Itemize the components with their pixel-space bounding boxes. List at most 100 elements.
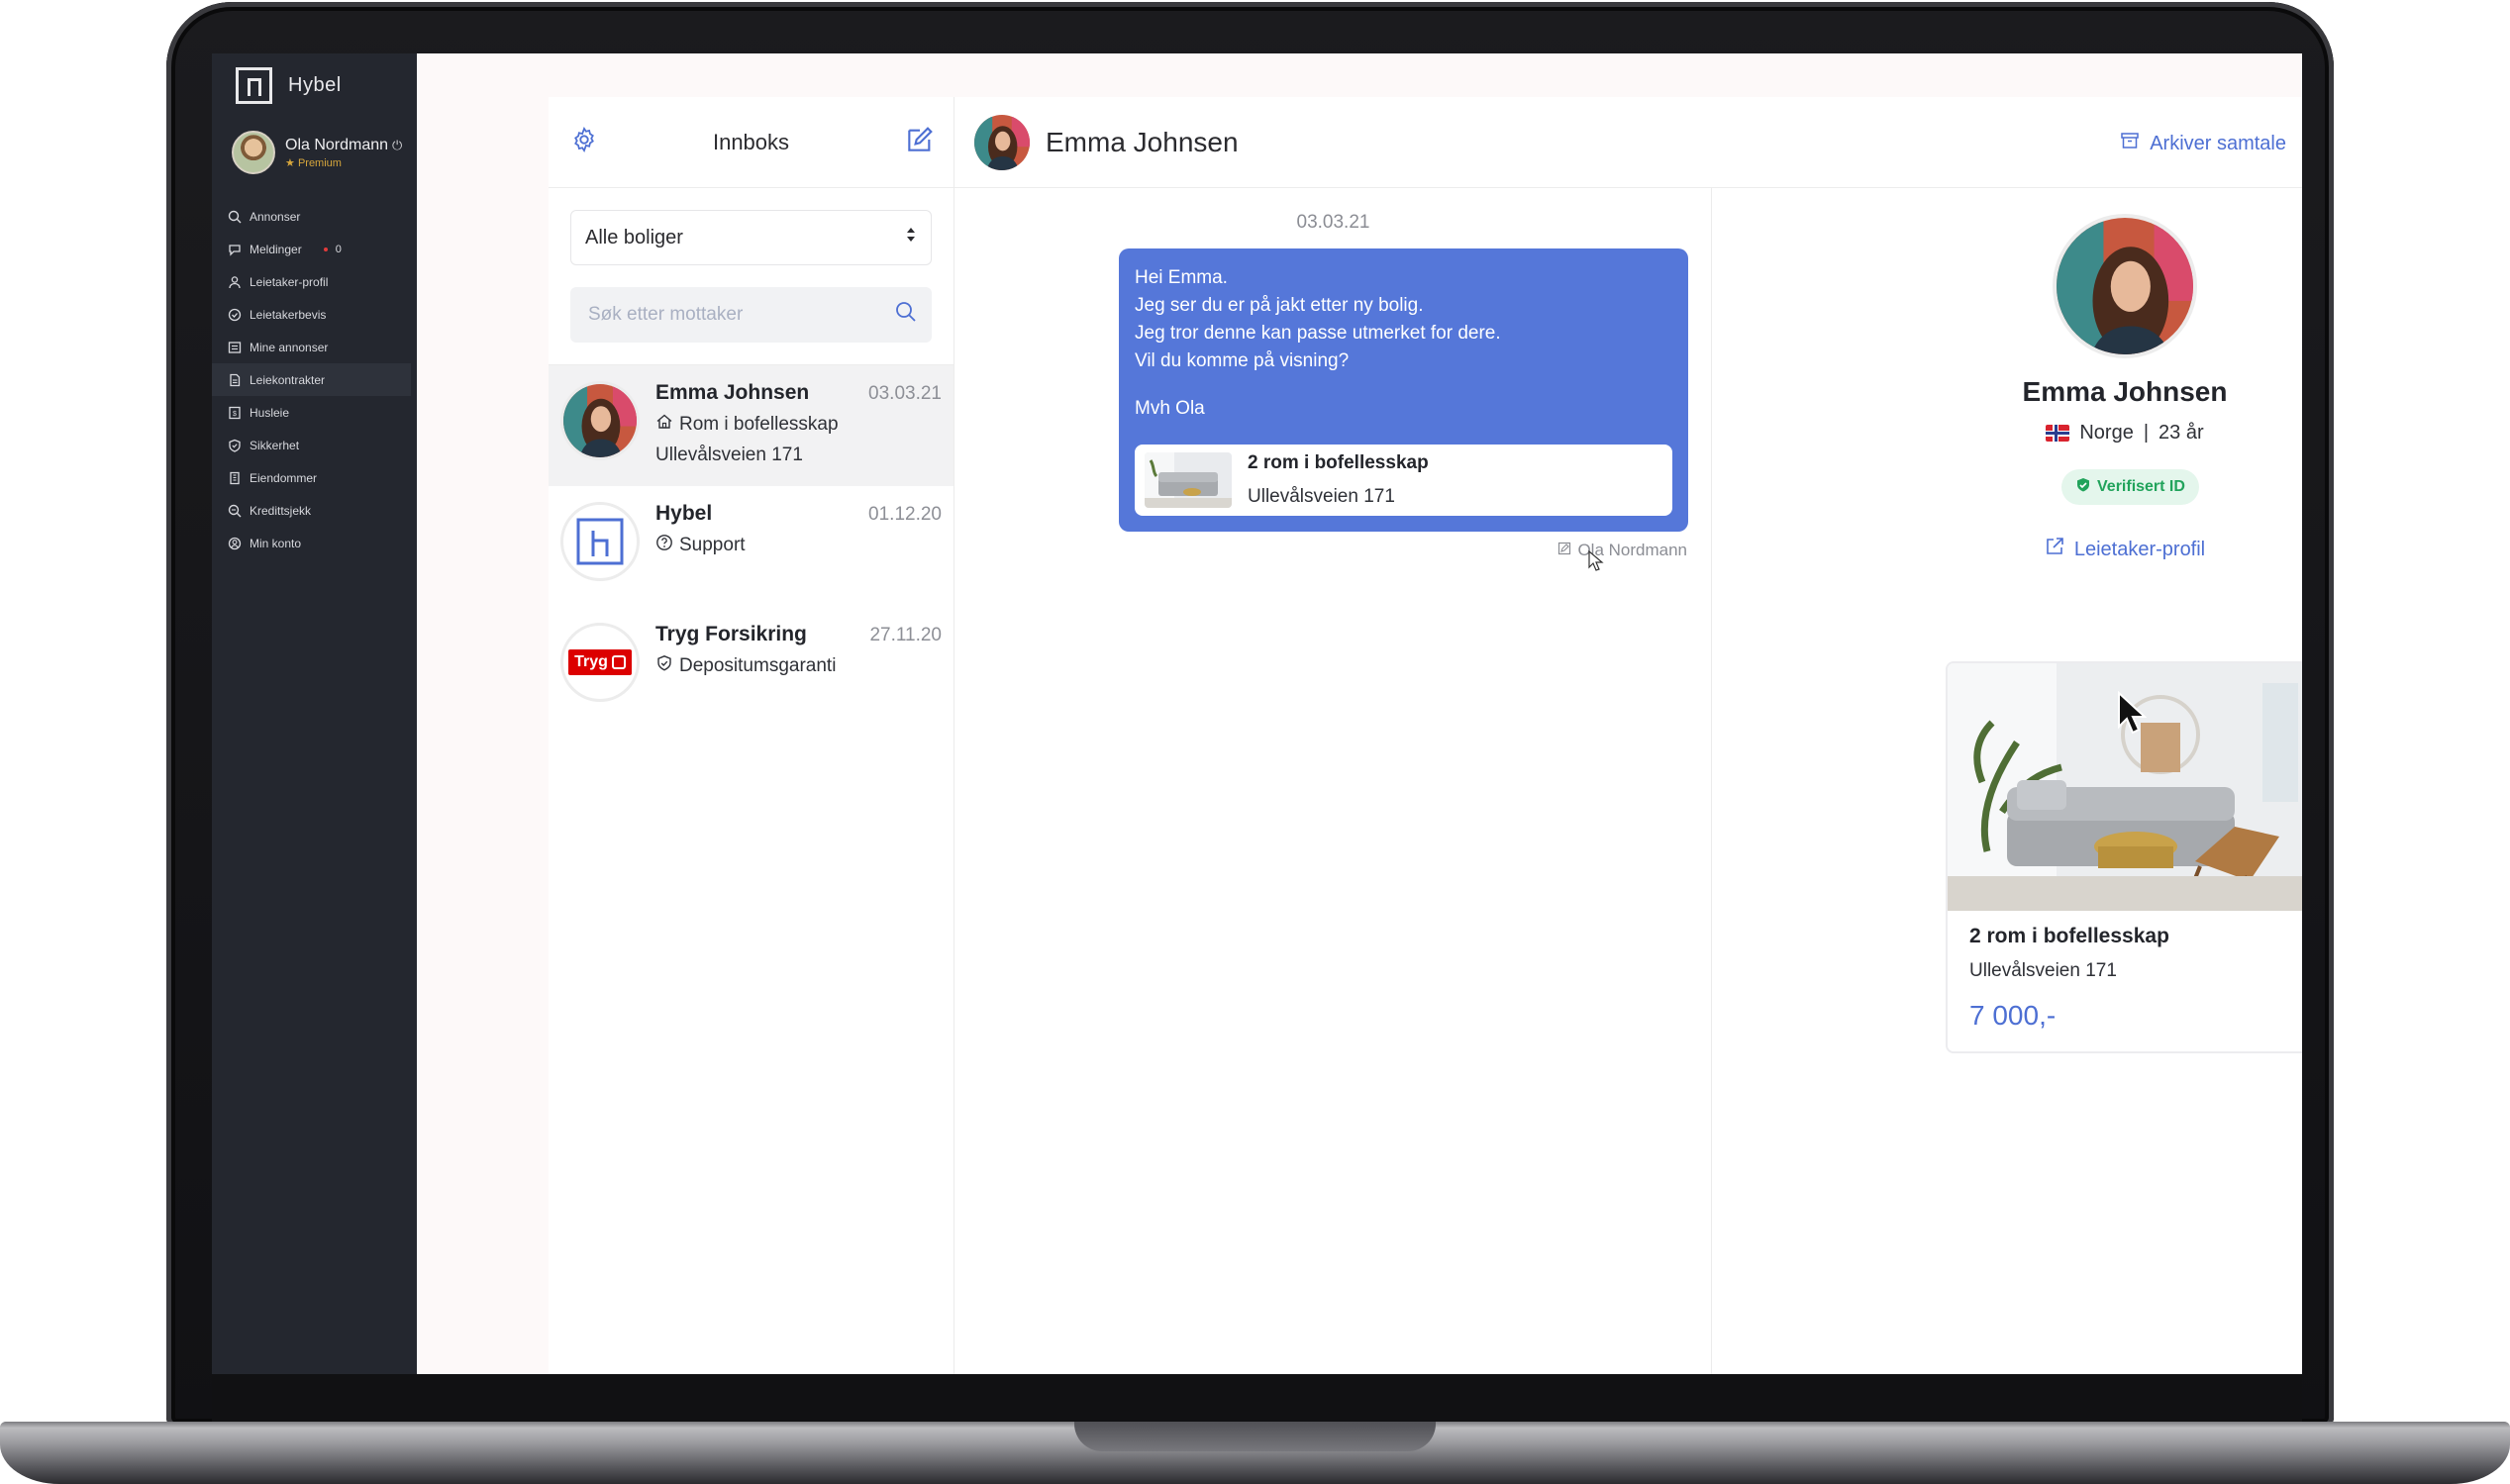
listing-address: Ullevålsveien 171: [1969, 960, 2117, 981]
property-filter-select[interactable]: Alle boliger: [570, 210, 932, 265]
chat-contact-avatar[interactable]: [974, 114, 1030, 170]
profile-meta: Norge | 23 år: [1712, 422, 2302, 445]
sidebar-item-label: Min konto: [250, 536, 302, 550]
help-icon: [655, 534, 673, 557]
contact-profile-panel: Emma Johnsen Norge | 23 år Verifisert ID…: [1712, 188, 2302, 1374]
sidebar-item-label: Eiendommer: [250, 470, 318, 485]
sidebar-item-label: Leietaker-profil: [250, 274, 329, 289]
unread-badge: 0: [323, 244, 342, 255]
tryg-avatar: Tryg: [560, 623, 640, 702]
user-profile[interactable]: Ola Nordmann ⏻ ★ Premium: [232, 131, 402, 174]
listing-title: 2 rom i bofellesskap: [1969, 925, 2169, 947]
sidebar-item-kredittsjekk[interactable]: Kredittsjekk: [212, 494, 417, 527]
laptop-mockup: Hybel Ola Nordmann ⏻ ★ Premium Annonser M…: [0, 0, 2510, 1484]
sidebar-item-meldinger[interactable]: Meldinger 0: [212, 233, 417, 265]
conversation-subject: Rom i bofellesskap: [679, 414, 839, 435]
sidebar-item-annonser[interactable]: Annonser: [212, 200, 417, 233]
sidebar-item-leietakerbevis[interactable]: Leietakerbevis: [212, 298, 417, 331]
recipient-search-input[interactable]: Søk etter mottaker: [570, 287, 932, 343]
chat-contact-name: Emma Johnsen: [1046, 126, 1239, 157]
message-line: Vil du komme på visning?: [1135, 350, 1350, 371]
tenant-profile-label: Leietaker-profil: [2073, 538, 2206, 560]
chat-icon: [228, 243, 242, 256]
message-bubble: Hei Emma. Jeg ser du er på jakt etter ny…: [1119, 248, 1688, 532]
user-avatar: [232, 131, 275, 174]
star-icon: ★: [285, 156, 295, 169]
sidebar-item-min-konto[interactable]: Min konto: [212, 527, 417, 559]
message-line: Hei Emma.: [1135, 267, 1228, 288]
contact-avatar: [560, 381, 640, 460]
shield-check-icon: [655, 654, 673, 678]
conversation-name: Tryg Forsikring: [655, 623, 807, 645]
listing-thumbnail: [1145, 452, 1232, 508]
home-icon: [655, 413, 673, 437]
rent-icon: $: [228, 406, 242, 420]
sidebar-item-leiekontrakter[interactable]: Leiekontrakter: [212, 363, 411, 396]
app-screen: Hybel Ola Nordmann ⏻ ★ Premium Annonser M…: [212, 53, 2302, 1374]
chat-thread: 03.03.21 Hei Emma. Jeg ser du er på jakt…: [954, 188, 1712, 1374]
sidebar-item-label: Meldinger: [250, 242, 302, 256]
verified-label: Verifisert ID: [2097, 478, 2185, 495]
message-line: Jeg tror denne kan passe utmerket for de…: [1135, 323, 1501, 344]
sidebar-item-label: Kredittsjekk: [250, 503, 312, 518]
inbox-panel: Innboks Alle boliger Søk etter mottaker …: [549, 97, 954, 1374]
archive-label: Arkiver samtale: [2150, 132, 2286, 154]
brand[interactable]: Hybel: [236, 67, 342, 104]
conversation-subject: Support: [679, 535, 746, 555]
brand-name: Hybel: [288, 74, 342, 96]
conversation-name: Hybel: [655, 502, 713, 525]
sidebar-item-leietaker-profil[interactable]: Leietaker-profil: [212, 265, 417, 298]
laptop-notch: [1074, 1422, 1436, 1451]
archive-icon: [2120, 131, 2140, 156]
shield-check-icon: [2075, 477, 2091, 498]
account-icon: [228, 537, 242, 550]
mouse-pointer-icon: [2117, 690, 2148, 740]
sidebar-item-label: Husleie: [250, 405, 290, 420]
archive-conversation-button[interactable]: Arkiver samtale: [2120, 131, 2286, 156]
magnifier-icon: [228, 504, 242, 518]
property-filter-value: Alle boliger: [585, 226, 683, 248]
svg-text:$: $: [233, 411, 237, 418]
user-icon: [228, 275, 242, 289]
user-tier-label: Premium: [297, 156, 342, 169]
compose-icon[interactable]: [904, 124, 936, 160]
sidebar-item-label: Leiekontrakter: [250, 372, 326, 387]
profile-avatar: [2053, 214, 2197, 358]
power-icon[interactable]: ⏻: [392, 138, 402, 152]
tryg-logo: Tryg: [568, 649, 632, 675]
sidebar-item-mine-annonser[interactable]: Mine annonser: [212, 331, 417, 363]
sidebar-item-label: Mine annonser: [250, 340, 329, 354]
user-tier: ★ Premium: [285, 156, 402, 169]
conversation-date: 03.03.21: [868, 383, 942, 404]
document-icon: [228, 373, 242, 387]
hybel-avatar: [560, 502, 640, 581]
sidebar-item-eiendommer[interactable]: Eiendommer: [212, 461, 417, 494]
profile-separator: |: [2143, 422, 2150, 444]
search-icon: [228, 210, 242, 224]
sidebar-item-sikkerhet[interactable]: Sikkerhet: [212, 429, 417, 461]
external-link-icon: [2045, 537, 2064, 562]
conversation-item-emma[interactable]: Emma Johnsen 03.03.21 Rom i bofellesskap …: [549, 365, 954, 486]
conversation-date: 01.12.20: [868, 504, 942, 525]
conversation-list: Emma Johnsen 03.03.21 Rom i bofellesskap …: [549, 364, 954, 728]
attachment-title: 2 rom i bofellesskap: [1248, 452, 1429, 473]
shield-icon: [228, 439, 242, 452]
sidebar-item-husleie[interactable]: $ Husleie: [212, 396, 417, 429]
message-signature: Mvh Ola: [1135, 398, 1205, 419]
settings-gear-icon[interactable]: [570, 126, 598, 158]
sidebar-item-label: Leietakerbevis: [250, 307, 327, 322]
profile-country: Norge: [2079, 422, 2134, 444]
edit-note-icon: [1557, 541, 1571, 560]
attachment-address: Ullevålsveien 171: [1248, 486, 1395, 507]
user-name-line: Ola Nordmann ⏻: [285, 137, 402, 154]
check-circle-icon: [228, 308, 242, 322]
inbox-header: Innboks: [549, 97, 954, 188]
sidebar-item-label: Sikkerhet: [250, 438, 300, 452]
search-placeholder: Søk etter mottaker: [588, 304, 744, 325]
search-icon[interactable]: [894, 300, 918, 330]
tenant-profile-link[interactable]: Leietaker-profil: [1712, 537, 2302, 562]
conversation-item-hybel[interactable]: Hybel 01.12.20 Support: [549, 486, 954, 607]
conversation-item-tryg[interactable]: Tryg Tryg Forsikring 27.11.20 Depositumsg…: [549, 607, 954, 728]
message-sender: Ola Nordmann: [1557, 541, 1687, 560]
listing-attachment[interactable]: 2 rom i bofellesskap Ullevålsveien 171: [1135, 445, 1672, 516]
